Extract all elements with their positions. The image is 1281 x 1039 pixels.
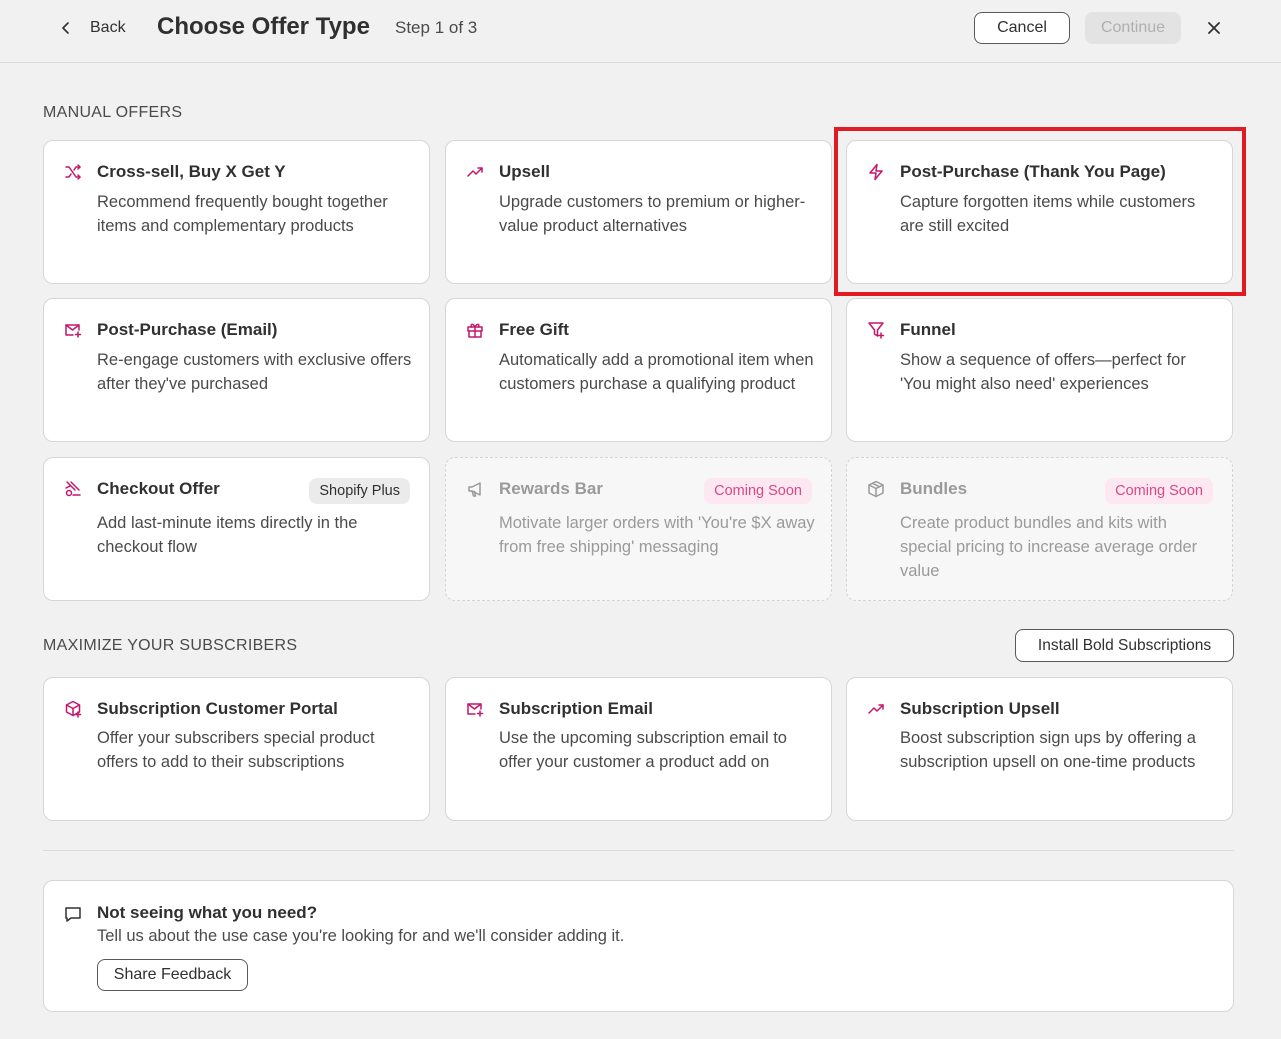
feedback-description: Tell us about the use case you're lookin… bbox=[97, 927, 625, 945]
card-title: Cross-sell, Buy X Get Y bbox=[97, 162, 286, 181]
card-description: Upgrade customers to premium or higher-v… bbox=[499, 193, 806, 235]
continue-button[interactable]: Continue bbox=[1085, 12, 1181, 44]
card-funnel[interactable]: Funnel Show a sequence of offers—perfect… bbox=[846, 298, 1233, 442]
highlight-box bbox=[834, 127, 1246, 296]
email-icon bbox=[64, 321, 82, 339]
checkout-icon bbox=[64, 480, 82, 498]
card-description: Re-engage customers with exclusive offer… bbox=[97, 351, 412, 393]
card-title: Funnel bbox=[900, 320, 956, 339]
manual-offers-heading: MANUAL OFFERS bbox=[43, 104, 183, 121]
card-description: Use the upcoming subscription email to o… bbox=[499, 729, 787, 771]
card-description: Recommend frequently bought together ite… bbox=[97, 193, 388, 235]
shuffle-icon bbox=[64, 163, 82, 181]
gift-icon bbox=[466, 321, 484, 339]
feedback-card: Not seeing what you need? Tell us about … bbox=[43, 880, 1234, 1012]
card-description: Motivate larger orders with 'You're $X a… bbox=[499, 514, 815, 556]
card-description: Automatically add a promotional item whe… bbox=[499, 351, 814, 393]
card-title: Upsell bbox=[499, 162, 551, 181]
card-title: Subscription Customer Portal bbox=[97, 699, 338, 718]
card-description: Boost subscription sign ups by offering … bbox=[900, 729, 1196, 771]
card-bundles: Bundles Coming Soon Create product bundl… bbox=[846, 457, 1233, 601]
share-feedback-button[interactable]: Share Feedback bbox=[97, 959, 248, 991]
coming-soon-badge: Coming Soon bbox=[704, 478, 812, 504]
chat-bubble-icon bbox=[64, 905, 82, 923]
card-title: Subscription Upsell bbox=[900, 699, 1060, 718]
card-description: Create product bundles and kits with spe… bbox=[900, 514, 1198, 580]
subscribers-heading: MAXIMIZE YOUR SUBSCRIBERS bbox=[43, 637, 298, 654]
coming-soon-badge: Coming Soon bbox=[1105, 478, 1213, 504]
shopify-plus-badge: Shopify Plus bbox=[309, 478, 410, 504]
install-bold-subscriptions-button[interactable]: Install Bold Subscriptions bbox=[1015, 629, 1234, 662]
cancel-button[interactable]: Cancel bbox=[974, 12, 1070, 44]
email-icon bbox=[466, 700, 484, 718]
card-cross-sell[interactable]: Cross-sell, Buy X Get Y Recommend freque… bbox=[43, 140, 430, 284]
card-title: Rewards Bar bbox=[499, 479, 603, 498]
card-upsell[interactable]: Upsell Upgrade customers to premium or h… bbox=[445, 140, 832, 284]
card-title: Subscription Email bbox=[499, 699, 653, 718]
card-description: Offer your subscribers special product o… bbox=[97, 729, 375, 771]
step-indicator: Step 1 of 3 bbox=[395, 18, 478, 37]
card-checkout-offer[interactable]: Checkout Offer Shopify Plus Add last-min… bbox=[43, 457, 430, 601]
card-subscription-portal[interactable]: Subscription Customer Portal Offer your … bbox=[43, 677, 430, 821]
section-divider bbox=[43, 850, 1234, 851]
chevron-left-icon bbox=[62, 22, 69, 34]
trending-up-icon bbox=[867, 700, 885, 718]
card-post-purchase-email[interactable]: Post-Purchase (Email) Re-engage customer… bbox=[43, 298, 430, 442]
page-title: Choose Offer Type bbox=[157, 13, 370, 40]
close-icon bbox=[1208, 22, 1220, 34]
card-title: Checkout Offer bbox=[97, 479, 220, 498]
card-rewards-bar: Rewards Bar Coming Soon Motivate larger … bbox=[445, 457, 832, 601]
card-free-gift[interactable]: Free Gift Automatically add a promotiona… bbox=[445, 298, 832, 442]
card-title: Post-Purchase (Email) bbox=[97, 320, 278, 339]
card-subscription-email[interactable]: Subscription Email Use the upcoming subs… bbox=[445, 677, 832, 821]
top-bar: Back Choose Offer Type Step 1 of 3 Cance… bbox=[0, 0, 1281, 63]
close-button[interactable] bbox=[1204, 18, 1224, 38]
card-description: Show a sequence of offers—perfect for 'Y… bbox=[900, 351, 1186, 393]
trending-up-icon bbox=[466, 163, 484, 181]
feedback-title: Not seeing what you need? bbox=[97, 903, 318, 922]
card-title: Free Gift bbox=[499, 320, 569, 339]
megaphone-icon bbox=[466, 480, 484, 498]
package-icon bbox=[867, 480, 885, 498]
card-description: Add last-minute items directly in the ch… bbox=[97, 514, 358, 556]
card-title: Bundles bbox=[900, 479, 968, 498]
portal-icon bbox=[64, 700, 82, 718]
back-button[interactable]: Back bbox=[58, 16, 126, 40]
back-label: Back bbox=[90, 19, 126, 36]
card-subscription-upsell[interactable]: Subscription Upsell Boost subscription s… bbox=[846, 677, 1233, 821]
funnel-icon bbox=[867, 321, 885, 339]
